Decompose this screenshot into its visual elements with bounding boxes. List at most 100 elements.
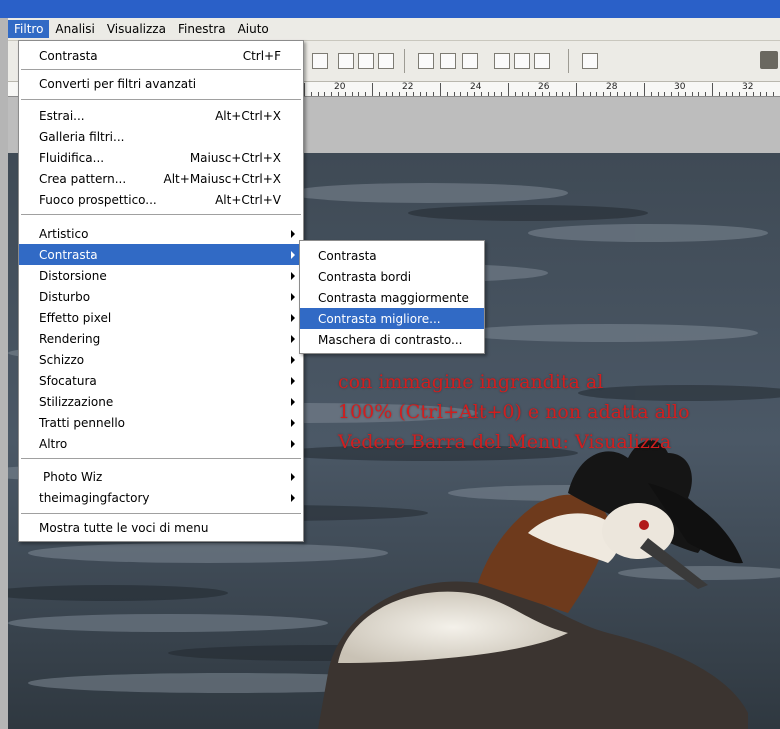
align-horizontal-centers-icon[interactable] (358, 53, 374, 69)
submenu-arrow-icon (291, 313, 295, 322)
distribute-bottom-icon[interactable] (462, 53, 478, 69)
menu-item-artistico[interactable]: Artistico (19, 223, 303, 244)
menu-item-tratti-pennello[interactable]: Tratti pennello (19, 412, 303, 433)
menu-item-shortcut: Alt+Ctrl+X (215, 108, 281, 123)
ruler-tick (399, 92, 401, 96)
menu-item-label: Schizzo (39, 352, 85, 367)
menu-separator (21, 99, 301, 100)
menu-item-schizzo[interactable]: Schizzo (19, 349, 303, 370)
ruler-tick (705, 92, 707, 96)
ruler-label: 26 (538, 82, 550, 92)
menu-analisi[interactable]: Analisi (49, 20, 100, 38)
menu-item-mostra-tutte[interactable]: Mostra tutte le voci di menu (19, 517, 303, 538)
ruler-tick (732, 92, 734, 96)
menu-item-rendering[interactable]: Rendering (19, 328, 303, 349)
menu-item-label: Estrai... (39, 108, 85, 123)
menu-item-photo-wiz[interactable]: Photo Wiz (19, 466, 303, 487)
ruler-label: 24 (470, 82, 482, 92)
menu-item-disturbo[interactable]: Disturbo (19, 286, 303, 307)
ruler-tick (535, 92, 537, 96)
distribute-hcenter-icon[interactable] (514, 53, 530, 69)
menu-item-distorsione[interactable]: Distorsione (19, 265, 303, 286)
menu-item-crea-pattern[interactable]: Crea pattern... Alt+Maiusc+Ctrl+X (19, 168, 303, 189)
ruler-tick (440, 83, 441, 96)
submenu-item-contrasta-bordi[interactable]: Contrasta bordi (300, 266, 484, 287)
menu-item-label: Mostra tutte le voci di menu (39, 520, 209, 535)
menu-separator (21, 214, 301, 215)
menu-visualizza[interactable]: Visualizza (101, 20, 172, 38)
ruler-tick (433, 92, 435, 96)
submenu-item-contrasta-migliore[interactable]: Contrasta migliore... (300, 308, 484, 329)
menu-finestra[interactable]: Finestra (172, 20, 232, 38)
ruler-tick (739, 92, 741, 96)
ruler-tick (657, 92, 659, 96)
menu-item-contrasta[interactable]: Contrasta (19, 244, 303, 265)
menu-item-galleria-filtri[interactable]: Galleria filtri... (19, 126, 303, 147)
ruler-tick (773, 92, 775, 96)
ruler-tick (610, 92, 611, 96)
menu-item-label: Contrasta (39, 247, 98, 262)
menu-item-label: Altro (39, 436, 68, 451)
submenu-item-label: Contrasta (318, 248, 377, 263)
overlay-text-line-1: con immagine ingrandita al (338, 371, 604, 393)
ruler-tick (752, 92, 754, 96)
menu-item-label: Galleria filtri... (39, 129, 125, 144)
ruler-tick (644, 83, 645, 96)
submenu-item-contrasta-maggiormente[interactable]: Contrasta maggiormente (300, 287, 484, 308)
menu-bar: Filtro Analisi Visualizza Finestra Aiuto (8, 18, 780, 41)
palette-icon[interactable] (760, 51, 778, 69)
distribute-center-icon[interactable] (440, 53, 456, 69)
ruler-tick (562, 92, 564, 96)
overlay-text-line-2: 100% (Ctrl+Alt+0) e non adatta allo (338, 401, 690, 423)
distribute-top-icon[interactable] (418, 53, 434, 69)
menu-aiuto[interactable]: Aiuto (232, 20, 275, 38)
distribute-left-icon[interactable] (494, 53, 510, 69)
distribute-right-icon[interactable] (534, 53, 550, 69)
ruler-label: 22 (402, 82, 414, 92)
menu-item-altro[interactable]: Altro (19, 433, 303, 454)
ruler-tick (317, 92, 319, 96)
submenu-item-maschera-contrasto[interactable]: Maschera di contrasto... (300, 329, 484, 350)
menu-item-label: Tratti pennello (39, 415, 126, 430)
menu-item-converti[interactable]: Converti per filtri avanzati (19, 73, 303, 94)
ruler-tick (474, 92, 475, 96)
menu-item-fuoco-prospettico[interactable]: Fuoco prospettico... Alt+Ctrl+V (19, 189, 303, 210)
submenu-item-contrasta[interactable]: Contrasta (300, 245, 484, 266)
ruler-tick (664, 92, 666, 96)
submenu-arrow-icon (291, 229, 295, 238)
menu-item-label: Contrasta (39, 48, 98, 63)
align-bottom-edges-icon[interactable] (378, 53, 394, 69)
menu-item-label: theimagingfactory (39, 490, 150, 505)
menu-item-stilizzazione[interactable]: Stilizzazione (19, 391, 303, 412)
menu-item-contrasta-last[interactable]: Contrasta Ctrl+F (19, 45, 303, 66)
submenu-arrow-icon (291, 439, 295, 448)
menu-item-label: Artistico (39, 226, 89, 241)
menu-item-theimagingfactory[interactable]: theimagingfactory (19, 487, 303, 508)
align-vertical-centers-icon[interactable] (338, 53, 354, 69)
align-top-edges-icon[interactable] (312, 53, 328, 69)
submenu-arrow-icon (291, 292, 295, 301)
menu-separator (21, 513, 301, 514)
menu-item-fluidifica[interactable]: Fluidifica... Maiusc+Ctrl+X (19, 147, 303, 168)
ruler-tick (589, 92, 591, 96)
ruler-tick (324, 92, 326, 96)
auto-align-icon[interactable] (582, 53, 598, 69)
ruler-tick (691, 92, 693, 96)
submenu-arrow-icon (291, 334, 295, 343)
submenu-item-label: Maschera di contrasto... (318, 332, 463, 347)
menu-item-label: Photo Wiz (43, 469, 103, 484)
menu-item-sfocatura[interactable]: Sfocatura (19, 370, 303, 391)
menu-item-effetto-pixel[interactable]: Effetto pixel (19, 307, 303, 328)
ruler-tick (678, 92, 679, 96)
submenu-arrow-icon (291, 397, 295, 406)
ruler-tick (603, 92, 605, 96)
ruler-tick (725, 92, 727, 96)
ruler-tick (576, 83, 577, 96)
ruler-tick (344, 92, 346, 96)
menu-filtro[interactable]: Filtro (8, 20, 50, 38)
submenu-arrow-icon (291, 271, 295, 280)
menu-item-label: Fluidifica... (39, 150, 105, 165)
ruler-tick (385, 92, 387, 96)
menu-item-estrai[interactable]: Estrai... Alt+Ctrl+X (19, 105, 303, 126)
menu-item-label: Distorsione (39, 268, 107, 283)
